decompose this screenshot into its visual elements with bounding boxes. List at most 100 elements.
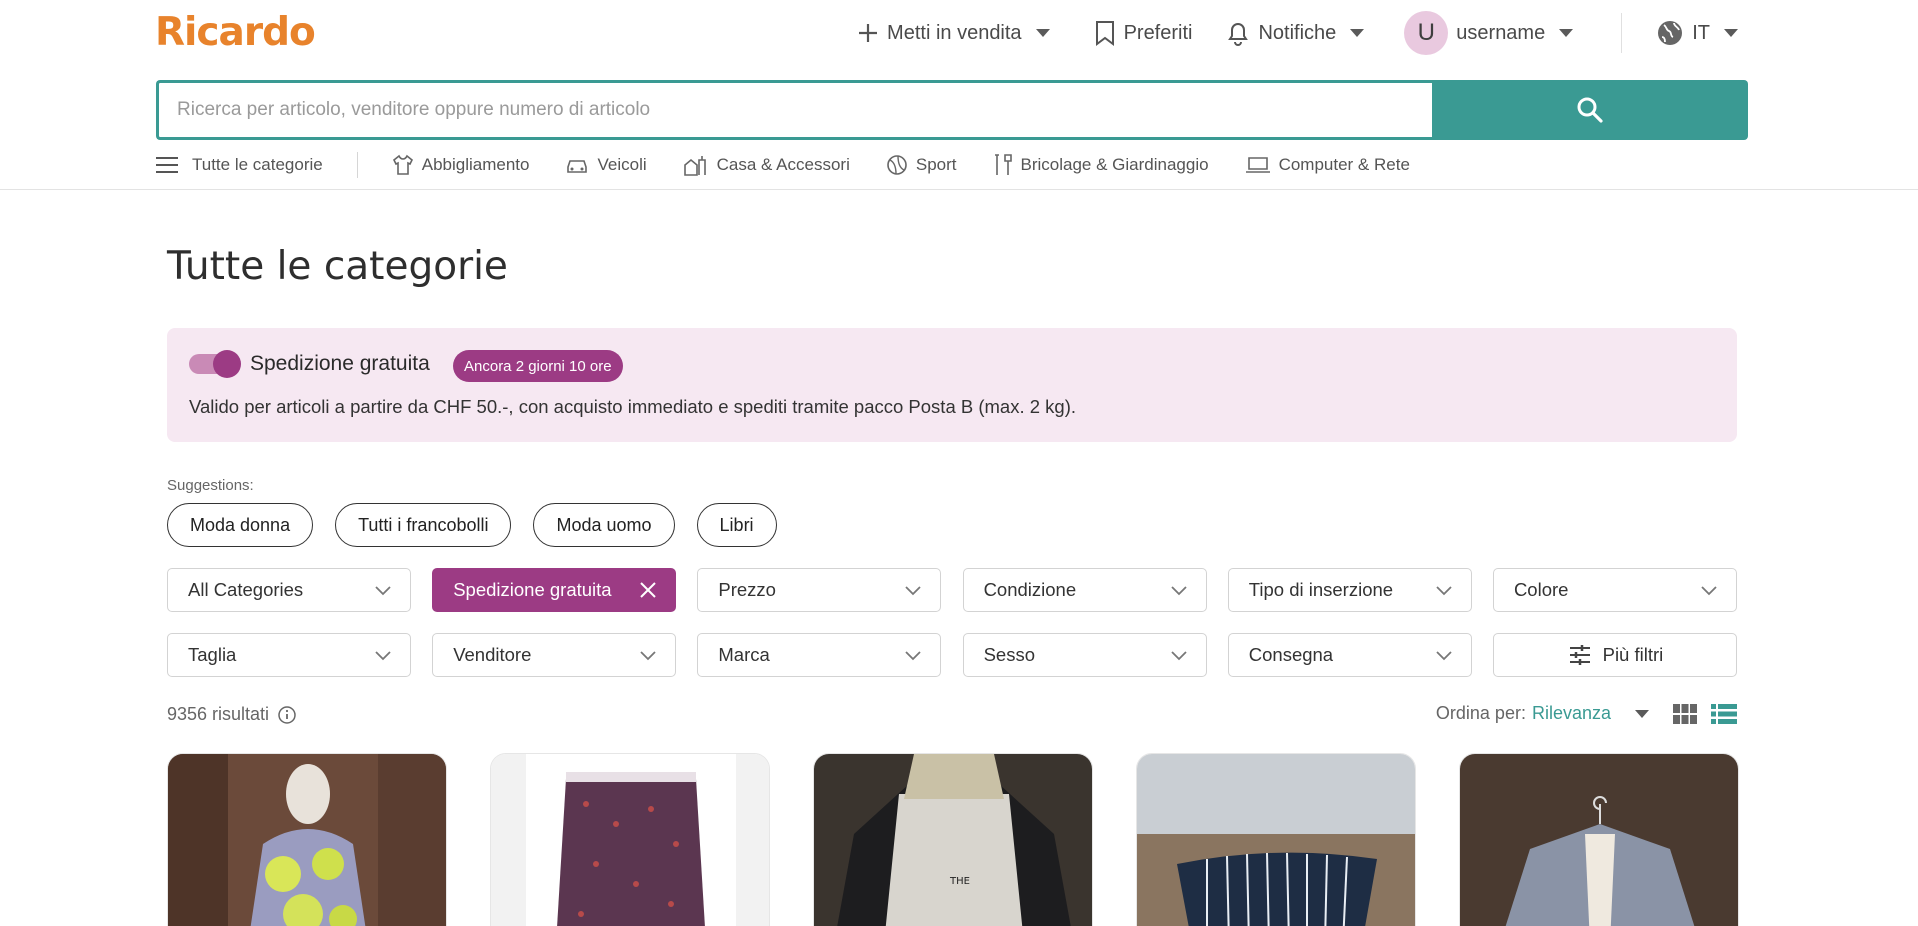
ball-icon [887, 155, 907, 175]
chevron-down-icon [640, 651, 656, 661]
all-categories-label: Tutte le categorie [192, 155, 323, 174]
list-view-icon[interactable] [1711, 703, 1737, 724]
chevron-down-icon [1035, 29, 1050, 37]
chevron-down-icon [1724, 29, 1738, 37]
suggestions-label: Suggestions: [167, 477, 254, 494]
product-image [168, 754, 446, 926]
search-icon [1577, 97, 1603, 123]
filter-free-shipping[interactable]: Spedizione gratuita [432, 568, 677, 612]
brand-mark: THE [949, 876, 970, 887]
category-vehicles[interactable]: Veicoli [565, 155, 647, 175]
free-shipping-toggle[interactable] [189, 350, 241, 378]
category-label: Abbigliamento [421, 155, 530, 174]
search-bar [156, 80, 1748, 140]
chevron-down-icon [1436, 651, 1452, 661]
results-count: 9356 risultati [167, 704, 270, 724]
suggestion-chip[interactable]: Moda uomo [533, 503, 675, 547]
filter-brand[interactable]: Marca [697, 633, 942, 677]
suggestion-chips: Moda donna Tutti i francobolli Moda uomo… [167, 503, 777, 547]
house-icon [683, 156, 706, 176]
filter-price[interactable]: Prezzo [697, 568, 942, 612]
filter-condition[interactable]: Condizione [962, 568, 1207, 612]
chevron-down-icon [1350, 29, 1365, 37]
chevron-down-icon [375, 586, 391, 596]
avatar: U [1404, 11, 1449, 55]
product-image [1460, 754, 1738, 926]
filter-size[interactable]: Taglia [167, 633, 411, 677]
filter-label: Condizione [983, 579, 1077, 600]
category-computer[interactable]: Computer & Rete [1245, 155, 1410, 175]
product-card[interactable]: THE [813, 753, 1093, 926]
filter-gender[interactable]: Sesso [962, 633, 1207, 677]
username-label: username [1456, 21, 1546, 44]
search-input[interactable] [156, 80, 1432, 140]
sell-menu[interactable]: Metti in vendita [857, 10, 1050, 56]
search-button[interactable] [1432, 80, 1748, 140]
category-label: Sport [915, 155, 957, 174]
chevron-down-icon [375, 651, 391, 661]
chevron-down-icon [1170, 586, 1187, 596]
filter-seller[interactable]: Venditore [432, 633, 677, 677]
category-diy-garden[interactable]: Bricolage & Giardinaggio [993, 153, 1209, 177]
language-menu[interactable]: IT [1656, 10, 1738, 56]
top-navigation: Metti in vendita Preferiti Notifiche U u… [857, 10, 1918, 56]
category-clothing[interactable]: Abbigliamento [392, 154, 530, 176]
chevron-down-icon[interactable] [1635, 709, 1649, 718]
suggestion-chip[interactable]: Moda donna [167, 503, 314, 547]
category-bar: Tutte le categorie Abbigliamento Veicoli… [156, 148, 1410, 182]
chevron-down-icon [1559, 29, 1574, 37]
product-card[interactable] [490, 753, 770, 926]
shirt-icon [392, 154, 413, 175]
filter-row-1: All Categories Spedizione gratuita Prezz… [167, 568, 1737, 612]
product-card[interactable] [167, 753, 447, 926]
grid-view-icon[interactable] [1673, 703, 1697, 724]
filter-label: Più filtri [1602, 644, 1664, 665]
sliders-icon [1569, 645, 1590, 665]
user-menu[interactable]: U username [1404, 10, 1574, 56]
sort-control: Ordina per: Rilevanza [1436, 703, 1737, 724]
all-categories-link[interactable]: Tutte le categorie [156, 155, 323, 175]
notifications-label: Notifiche [1258, 21, 1337, 44]
car-icon [567, 160, 588, 173]
favorites-label: Preferiti [1123, 21, 1193, 44]
filter-label: Prezzo [718, 579, 776, 600]
view-toggle [1673, 703, 1737, 724]
filter-color[interactable]: Colore [1492, 568, 1737, 612]
chevron-down-icon [1436, 586, 1452, 596]
category-label: Casa & Accessori [716, 155, 850, 174]
filter-label: All Categories [188, 579, 304, 600]
category-sport[interactable]: Sport [886, 154, 957, 176]
filter-label: Marca [718, 644, 770, 665]
product-card[interactable] [1459, 753, 1739, 926]
suggestion-chip[interactable]: Libri [696, 503, 777, 547]
chevron-down-icon [905, 651, 922, 661]
close-icon[interactable] [639, 581, 657, 599]
info-icon[interactable] [277, 705, 297, 725]
category-label: Bricolage & Giardinaggio [1020, 155, 1209, 174]
chevron-down-icon [905, 586, 922, 596]
hamburger-icon [156, 157, 178, 173]
laptop-icon [1245, 157, 1270, 173]
notifications-menu[interactable]: Notifiche [1226, 10, 1365, 56]
more-filters-button[interactable]: Più filtri [1492, 633, 1737, 677]
tools-icon [994, 154, 1012, 175]
favorites-link[interactable]: Preferiti [1094, 10, 1193, 56]
filter-label: Spedizione gratuita [453, 579, 612, 600]
free-shipping-banner: Spedizione gratuita Ancora 2 giorni 10 o… [167, 328, 1737, 442]
filter-listing-type[interactable]: Tipo di inserzione [1227, 568, 1472, 612]
category-divider [356, 152, 358, 178]
filter-delivery[interactable]: Consegna [1227, 633, 1472, 677]
sort-value[interactable]: Rilevanza [1532, 703, 1611, 724]
bell-icon [1228, 23, 1249, 46]
toggle-knob [213, 350, 241, 378]
nav-divider [1621, 13, 1623, 53]
ricardo-logo[interactable]: Ricardo [155, 10, 316, 55]
suggestion-chip[interactable]: Tutti i francobolli [335, 503, 512, 547]
product-image [491, 754, 769, 926]
filter-label: Venditore [453, 644, 532, 665]
product-card[interactable] [1136, 753, 1416, 926]
sell-label: Metti in vendita [887, 21, 1022, 44]
category-home[interactable]: Casa & Accessori [683, 154, 850, 176]
page-title: Tutte le categorie [167, 244, 508, 289]
filter-categories[interactable]: All Categories [167, 568, 411, 612]
